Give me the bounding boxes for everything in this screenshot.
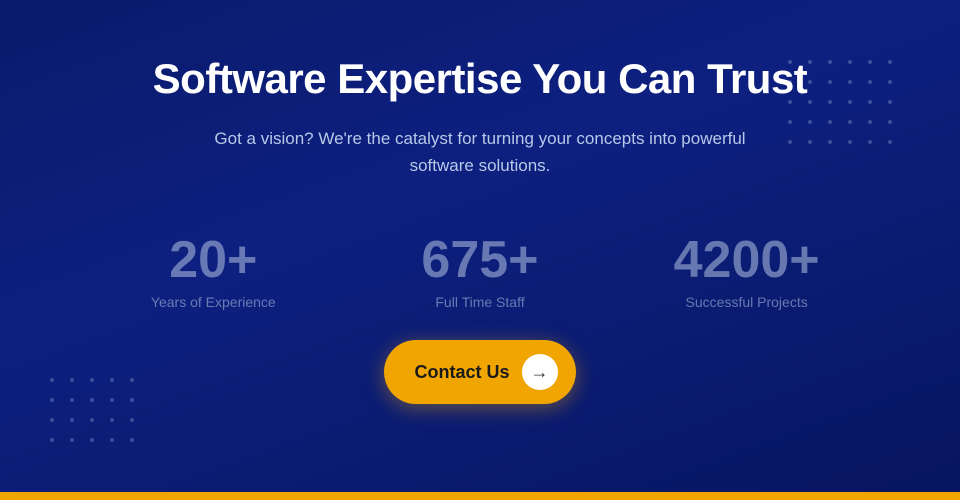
cta-area: Contact Us → [0,340,960,404]
stat-item-staff: 675+ Full Time Staff [370,234,590,310]
stat-item-experience: 20+ Years of Experience [103,234,323,310]
stats-row: 20+ Years of Experience 675+ Full Time S… [80,234,880,310]
contact-button-label: Contact Us [414,362,509,383]
page-container: Software Expertise You Can Trust Got a v… [0,0,960,500]
contact-us-button[interactable]: Contact Us → [384,340,575,404]
bottom-gold-bar [0,492,960,500]
stat-label-staff: Full Time Staff [435,294,524,310]
stat-label-projects: Successful Projects [686,294,808,310]
stat-number-projects: 4200+ [674,234,820,286]
content-area: Software Expertise You Can Trust Got a v… [0,0,960,404]
stat-number-staff: 675+ [421,234,538,286]
stat-item-projects: 4200+ Successful Projects [637,234,857,310]
hero-subtitle: Got a vision? We're the catalyst for tur… [200,125,760,179]
hero-title: Software Expertise You Can Trust [153,55,808,103]
contact-button-arrow-icon: → [522,354,558,390]
stat-label-experience: Years of Experience [151,294,276,310]
stat-number-experience: 20+ [169,234,257,286]
